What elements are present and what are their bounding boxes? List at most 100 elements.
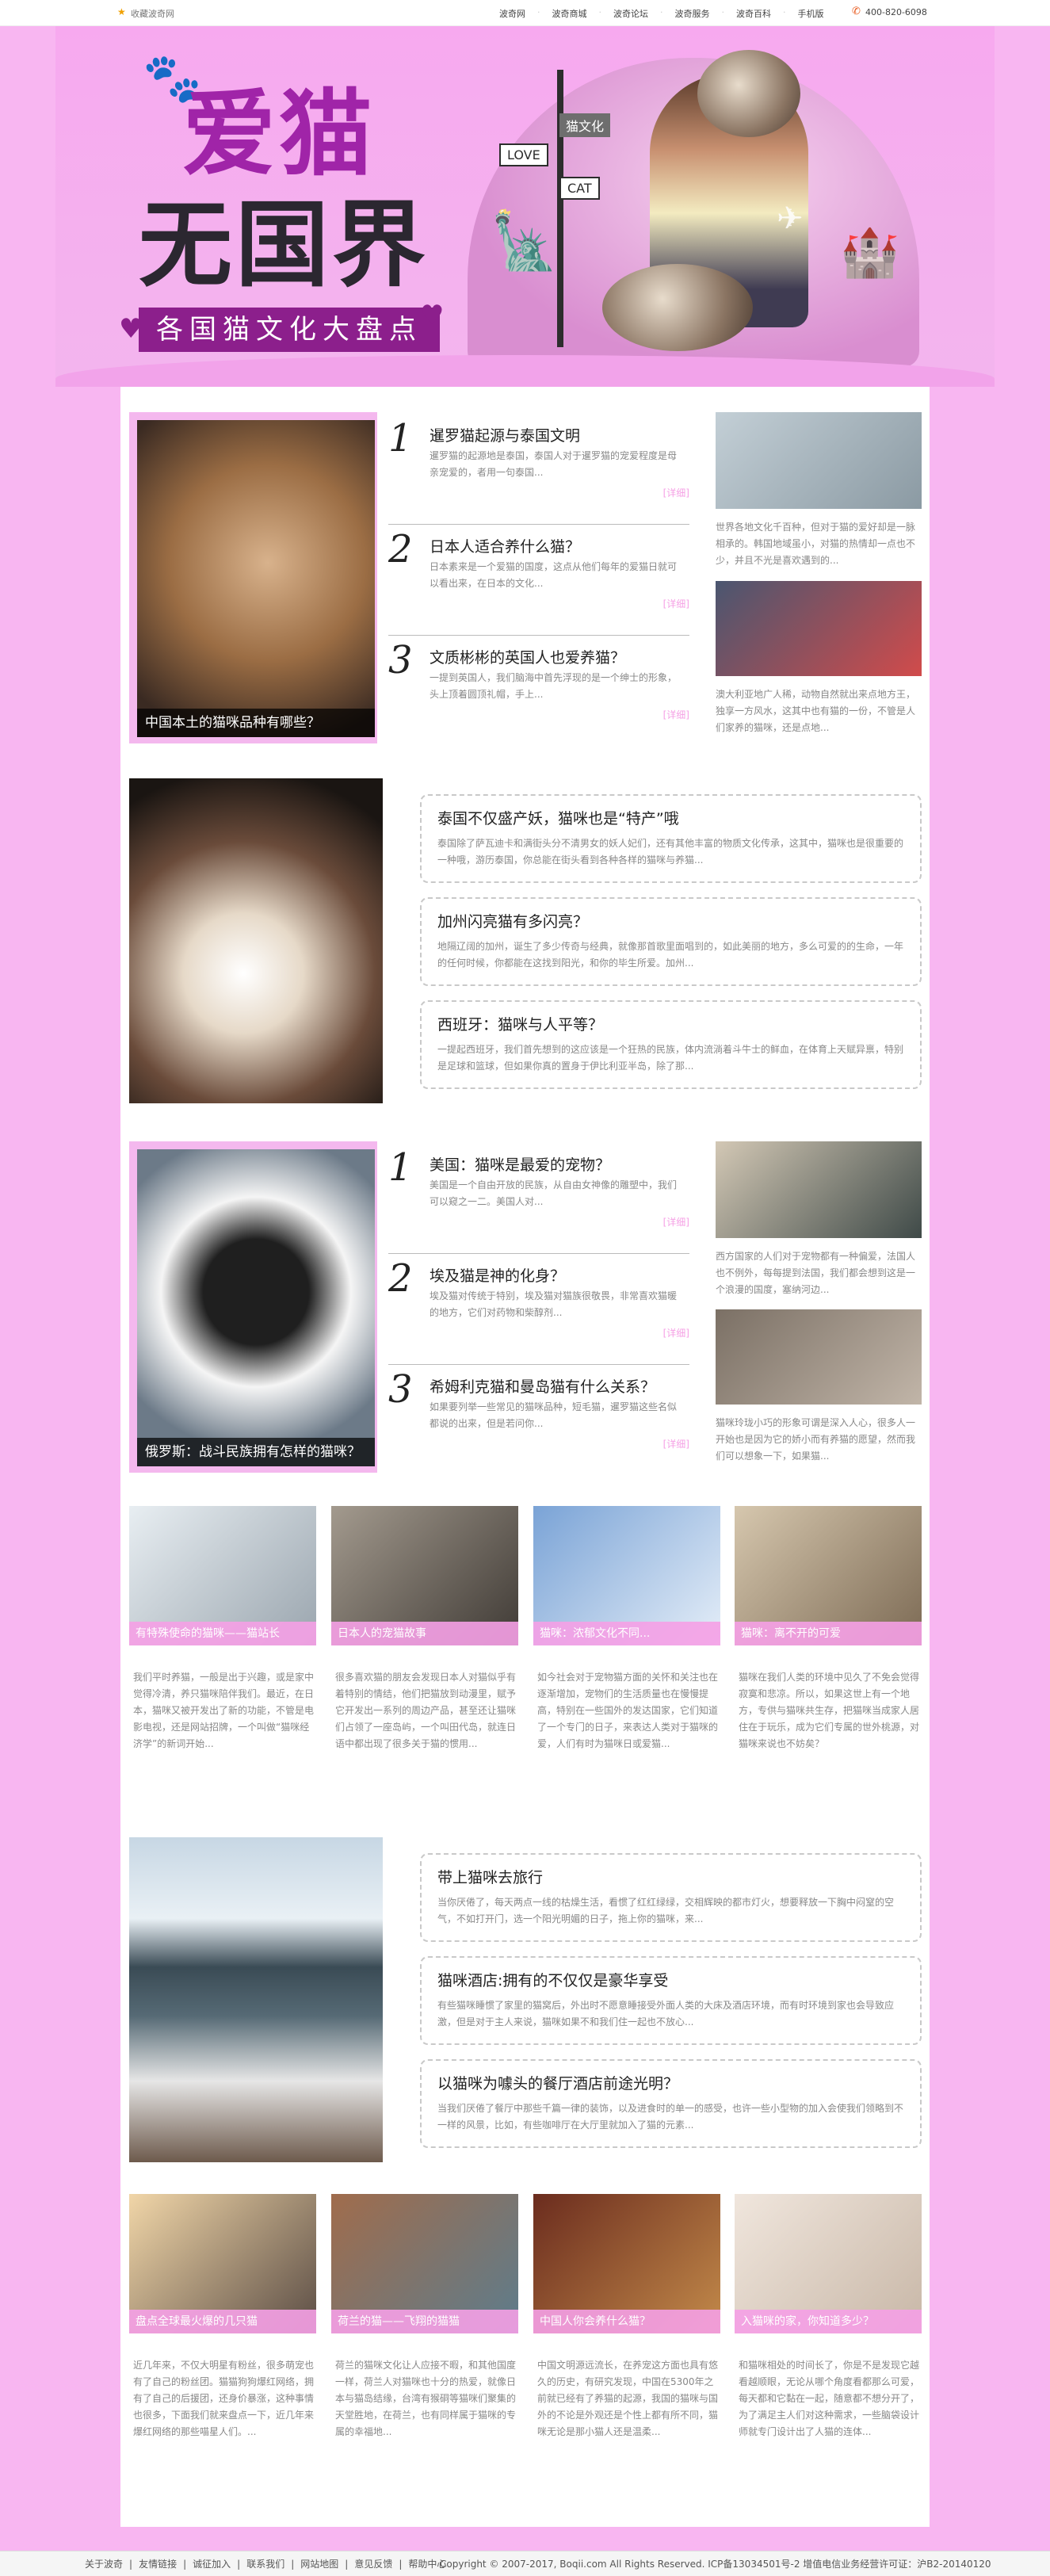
more-link[interactable]: [详细] xyxy=(663,1437,689,1450)
card-caption[interactable]: 荷兰的猫——飞翔的猫猫 xyxy=(331,2310,518,2333)
card-desc: 我们平时养猫，一般是出于兴趣，或是家中觉得冷清，养只猫咪陪伴我们。最近，在日本，… xyxy=(133,1672,315,1749)
copyright: Copyright © 2007-2017, Boqii.com All Rig… xyxy=(440,2559,991,2570)
footer-link[interactable]: 意见反馈 xyxy=(354,2551,392,2576)
feature-photo[interactable] xyxy=(129,778,383,1103)
more-link[interactable]: [详细] xyxy=(663,1215,689,1229)
card-desc: 很多喜欢猫的朋友会发现日本人对猫似乎有着特别的情结，他们把猫放到动漫里，赋予它开… xyxy=(335,1672,517,1749)
item-title[interactable]: 日本人适合养什么猫？ xyxy=(430,535,580,556)
nav-link[interactable]: 波奇百科 xyxy=(736,7,771,20)
article-title[interactable]: 西班牙：猫咪与人平等？ xyxy=(437,1013,603,1034)
more-link[interactable]: [详细] xyxy=(663,597,689,610)
card-photo[interactable]: 日本人的宠猫故事 xyxy=(331,1506,518,1645)
photo-caption[interactable]: 中国本土的猫咪品种有哪些？ xyxy=(137,709,375,737)
list-item[interactable]: 2 埃及猫是神的化身？ 埃及猫对传统于特别，埃及猫对猫族很敬畏，非常喜欢猫暖的地… xyxy=(388,1256,689,1367)
side-photo[interactable] xyxy=(716,412,922,509)
feature-photo[interactable]: 中国本土的猫咪品种有哪些？ xyxy=(137,420,375,737)
card-photo[interactable]: 有特殊使命的猫咪——猫站长 xyxy=(129,1506,316,1645)
more-link[interactable]: [详细] xyxy=(663,486,689,499)
nav-link[interactable]: 波奇网 xyxy=(499,7,525,20)
footer-link[interactable]: 网站地图 xyxy=(300,2551,338,2576)
item-number: 3 xyxy=(388,638,413,682)
footer-links: 关于波奇 | 友情链接 | 诚征加入 | 联系我们 | 网站地图 | 意见反馈 | 帮助中心 xyxy=(85,2551,452,2576)
card-photo[interactable]: 盘点全球最火爆的几只猫 xyxy=(129,2194,316,2333)
footer-link[interactable]: 联系我们 xyxy=(246,2551,284,2576)
footer-separator: | xyxy=(183,2559,187,2570)
list-item[interactable]: 1 美国：猫咪是最爱的宠物？ 美国是一个自由开放的民族，从自由女神像的雕塑中，我… xyxy=(388,1145,689,1256)
card-desc: 猫咪在我们人类的环境中见久了不免会觉得寂寞和悲凉。所以，如果这世上有一个地方，专… xyxy=(739,1672,920,1749)
held-cat xyxy=(697,50,800,137)
card-caption[interactable]: 入猫咪的家，你知道多少？ xyxy=(735,2310,922,2333)
card-desc: 近几年来，不仅大明星有粉丝，很多萌宠也有了自己的粉丝团。猫猫狗狗爆红网络，拥有了… xyxy=(133,2360,315,2437)
article-bubble[interactable]: 猫咪酒店:拥有的不仅仅是豪华享受 有些猫咪睡惯了家里的猫窝后，外出时不愿意睡接受… xyxy=(420,1956,922,2045)
nav-separator: · xyxy=(783,7,786,17)
item-title[interactable]: 暹罗猫起源与泰国文明 xyxy=(430,424,580,445)
sign-cat-culture: 猫文化 xyxy=(559,113,611,137)
article-title[interactable]: 泰国不仅盛产妖，猫咪也是“特产”哦 xyxy=(437,807,679,828)
article-desc: 地隔辽阔的加州，诞生了多少传奇与经典，就像那首歌里面唱到的，如此美丽的地方，多么… xyxy=(437,941,904,969)
article-desc: 有些猫咪睡惯了家里的猫窝后，外出时不愿意睡接受外面人类的大床及酒店环境，而有时环… xyxy=(437,2000,895,2028)
article-bubble[interactable]: 西班牙：猫咪与人平等？ 一提起西班牙，我们首先想到的这应该是一个狂热的民族，体内… xyxy=(420,1000,922,1089)
list-item[interactable]: 3 文质彬彬的英国人也爱养猫？ 一提到英国人，我们脑海中首先浮现的是一个绅士的形… xyxy=(388,638,689,749)
item-number: 3 xyxy=(388,1367,413,1412)
article-bubble[interactable]: 以猫咪为噱头的餐厅酒店前途光明？ 当我们厌倦了餐厅中那些千篇一律的装饰，以及进食… xyxy=(420,2059,922,2148)
card-photo[interactable]: 猫咪：浓郁文化不同... xyxy=(533,1506,720,1645)
list-item[interactable]: 1 暹罗猫起源与泰国文明 暹罗猫的起源地是泰国，泰国人对于暹罗猫的宠爱程度是母亲… xyxy=(388,416,689,527)
more-link[interactable]: [详细] xyxy=(663,708,689,721)
divider xyxy=(388,524,689,525)
item-desc: 一提到英国人，我们脑海中首先浮现的是一个绅士的形象，头上顶着圆顶礼帽，手上... xyxy=(430,672,678,700)
phone-number: 400-820-6098 xyxy=(865,7,927,17)
footer: 关于波奇 | 友情链接 | 诚征加入 | 联系我们 | 网站地图 | 意见反馈 | 帮助中心… xyxy=(0,2551,1050,2576)
article-title[interactable]: 加州闪亮猫有多闪亮？ xyxy=(437,910,588,931)
card-photo[interactable]: 荷兰的猫——飞翔的猫猫 xyxy=(331,2194,518,2333)
item-number: 1 xyxy=(388,1145,413,1190)
footer-link[interactable]: 诚征加入 xyxy=(193,2551,231,2576)
article-bubble[interactable]: 泰国不仅盛产妖，猫咪也是“特产”哦 泰国除了萨瓦迪卡和满街头分不清男女的妖人妃们… xyxy=(420,794,922,883)
card-caption[interactable]: 盘点全球最火爆的几只猫 xyxy=(129,2310,316,2333)
divider xyxy=(388,1364,689,1365)
card-caption[interactable]: 有特殊使命的猫咪——猫站长 xyxy=(129,1622,316,1645)
card-caption[interactable]: 猫咪：浓郁文化不同... xyxy=(533,1622,720,1645)
card-photo[interactable]: 中国人你会养什么猫？ xyxy=(533,2194,720,2333)
item-desc: 美国是一个自由开放的民族，从自由女神像的雕塑中，我们可以窥之一二。美国人对... xyxy=(430,1179,678,1207)
nav-link[interactable]: 手机版 xyxy=(798,7,824,20)
sitting-cat xyxy=(602,264,753,351)
article-bubble[interactable]: 带上猫咪去旅行 当你厌倦了，每天两点一线的枯燥生活，看惯了红红绿绿，交相辉映的都… xyxy=(420,1853,922,1942)
footer-link[interactable]: 关于波奇 xyxy=(85,2551,123,2576)
item-title[interactable]: 埃及猫是神的化身？ xyxy=(430,1264,565,1286)
feature-photo[interactable]: 俄罗斯：战斗民族拥有怎样的猫咪？ xyxy=(137,1149,375,1466)
list-item[interactable]: 2 日本人适合养什么猫？ 日本素来是一个爱猫的国度，这点从他们每年的爱猫日就可以… xyxy=(388,527,689,638)
item-title[interactable]: 美国：猫咪是最爱的宠物？ xyxy=(430,1153,610,1175)
nav-link[interactable]: 波奇论坛 xyxy=(613,7,648,20)
feature-photo[interactable] xyxy=(129,1837,383,2162)
card-caption[interactable]: 猫咪：离不开的可爱 xyxy=(735,1622,922,1645)
banner-subtitle: 各国猫文化大盘点 xyxy=(139,308,440,352)
list-item[interactable]: 3 希姆利克猫和曼岛猫有什么关系？ 如果要列举一些常见的猫咪品种，短毛猫，暹罗猫… xyxy=(388,1367,689,1478)
card-caption[interactable]: 日本人的宠猫故事 xyxy=(331,1622,518,1645)
photo-caption[interactable]: 俄罗斯：战斗民族拥有怎样的猫咪？ xyxy=(137,1438,375,1466)
favorite-link[interactable]: 收藏波奇网 xyxy=(131,7,174,20)
nav-link[interactable]: 波奇商城 xyxy=(552,7,587,20)
statue-icon: 🗽 xyxy=(490,208,559,273)
side-photo[interactable] xyxy=(716,581,922,676)
footer-separator: | xyxy=(129,2559,133,2570)
more-link[interactable]: [详细] xyxy=(663,1326,689,1340)
nav-link[interactable]: 波奇服务 xyxy=(675,7,710,20)
article-desc: 当我们厌倦了餐厅中那些千篇一律的装饰，以及进食时的单一的感受，也许一些小型物的加… xyxy=(437,2103,904,2131)
article-title[interactable]: 带上猫咪去旅行 xyxy=(437,1866,543,1887)
star-icon: ★ xyxy=(117,6,126,17)
divider xyxy=(388,635,689,636)
side-photo[interactable] xyxy=(716,1309,922,1405)
card-photo[interactable]: 猫咪：离不开的可爱 xyxy=(735,1506,922,1645)
card-caption[interactable]: 中国人你会养什么猫？ xyxy=(533,2310,720,2333)
banner-title-line2: 无国界 xyxy=(139,189,430,300)
side-desc: 世界各地文化千百种，但对于猫的爱好却是一脉相承的。韩国地域虽小，对猫的热情却一点… xyxy=(716,522,916,566)
article-title[interactable]: 以猫咪为噱头的餐厅酒店前途光明？ xyxy=(437,2072,678,2093)
article-bubble[interactable]: 加州闪亮猫有多闪亮？ 地隔辽阔的加州，诞生了多少传奇与经典，就像那首歌里面唱到的… xyxy=(420,897,922,986)
item-title[interactable]: 希姆利克猫和曼岛猫有什么关系？ xyxy=(430,1375,655,1397)
card-photo[interactable]: 入猫咪的家，你知道多少？ xyxy=(735,2194,922,2333)
item-title[interactable]: 文质彬彬的英国人也爱养猫？ xyxy=(430,646,625,667)
footer-link[interactable]: 友情链接 xyxy=(139,2551,177,2576)
article-title[interactable]: 猫咪酒店:拥有的不仅仅是豪华享受 xyxy=(437,1969,668,1990)
side-photo[interactable] xyxy=(716,1141,922,1238)
heart-icon: ♥ xyxy=(420,300,445,331)
